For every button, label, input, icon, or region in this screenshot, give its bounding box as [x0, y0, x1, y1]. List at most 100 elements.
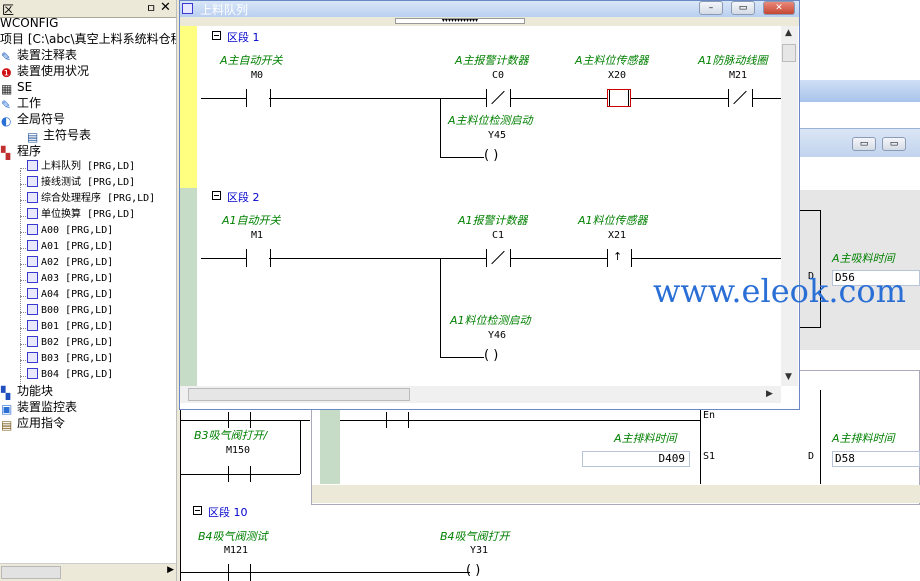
window-vscrollbar[interactable]: ▲ ▼: [781, 26, 798, 386]
ladder-doc-icon: [27, 336, 38, 347]
contact-gap: [247, 90, 269, 106]
pin-icon[interactable]: ㅁ: [146, 0, 156, 16]
contact-device: M0: [251, 70, 264, 81]
tree-item[interactable]: B03 [PRG,LD]: [27, 352, 113, 366]
tree-item-label: 主符号表: [43, 128, 92, 142]
segment1-collapse-toggle[interactable]: [212, 31, 221, 40]
segment1-gutter: [180, 26, 197, 188]
tree-item[interactable]: ▚ 功能块: [1, 384, 53, 399]
tree-item[interactable]: ✎ 装置注释表: [1, 48, 77, 63]
scroll-up-icon[interactable]: ▲: [785, 28, 792, 38]
tree-item[interactable]: 上料队列 [PRG,LD]: [27, 160, 135, 174]
segment2-branch-rung: [440, 357, 486, 358]
contact-bar: [607, 249, 609, 267]
hscroll-thumb[interactable]: [188, 388, 410, 401]
s1-label: S1: [703, 451, 716, 462]
b3-device: M150: [226, 445, 251, 456]
tree-hscroll-thumb[interactable]: [1, 566, 61, 579]
scroll-down-icon[interactable]: ▼: [785, 372, 792, 382]
ladder-window-titlebar[interactable]: 上料队列 – ▭ ✕: [180, 1, 799, 17]
tree-item[interactable]: ✎ 工作: [1, 96, 41, 111]
segment10-collapse-toggle[interactable]: [193, 506, 202, 515]
contact-comment: A1报警计数器: [458, 214, 528, 227]
tree-item-label: 上料队列 [PRG,LD]: [41, 161, 136, 172]
tree-item[interactable]: 接线测试 [PRG,LD]: [27, 176, 135, 190]
contact-comment: A1料位传感器: [578, 214, 648, 227]
coil-comment: A主料位检测启动: [448, 114, 533, 127]
lower-d-label: D: [808, 451, 815, 462]
tree-item[interactable]: B04 [PRG,LD]: [27, 368, 113, 382]
tree-item[interactable]: ▤ 应用指令: [1, 416, 65, 431]
lower-field-left[interactable]: D409: [582, 451, 690, 467]
tree-item[interactable]: A01 [PRG,LD]: [27, 240, 113, 254]
tree-item[interactable]: ▣ 装置监控表: [1, 400, 77, 415]
tree-item: WCONFIG: [0, 16, 58, 30]
b4-contact-left: [228, 564, 230, 581]
tree-item[interactable]: B00 [PRG,LD]: [27, 304, 113, 318]
tree-item-label: B00 [PRG,LD]: [41, 305, 114, 316]
tree-connector: [20, 376, 26, 377]
ladder-doc-icon: [182, 3, 193, 14]
contact-left-bar: [386, 412, 388, 428]
tree-item[interactable]: A03 [PRG,LD]: [27, 272, 113, 286]
tree-item[interactable]: ▤ 主符号表: [27, 128, 91, 143]
lower-field-right[interactable]: D58: [832, 451, 920, 467]
tree-item[interactable]: B02 [PRG,LD]: [27, 336, 113, 350]
contact-bar: [728, 89, 730, 107]
b3-rung: [180, 420, 310, 421]
b3-branch: [300, 420, 302, 474]
tree-item-label: B02 [PRG,LD]: [41, 337, 114, 348]
restore-button[interactable]: ▭: [731, 1, 755, 15]
segment2-collapse-toggle[interactable]: [212, 191, 221, 200]
function-block-icon: ▚: [1, 386, 11, 400]
split-handle[interactable]: ▾▾▾▾▾▾▾▾▾▾▾▾: [395, 18, 525, 24]
tree-item-label: 装置使用状况: [17, 64, 90, 78]
ladder-doc-icon: [27, 208, 38, 219]
vscroll-thumb[interactable]: [782, 44, 796, 62]
scroll-right-icon[interactable]: ▶: [766, 389, 773, 399]
tree-item[interactable]: A02 [PRG,LD]: [27, 256, 113, 270]
contact-device: X21: [608, 230, 627, 241]
background-hscrollbar[interactable]: [312, 485, 920, 503]
tree-item: 项目 [C:\abc\真空上料系统料仓程: [0, 32, 183, 46]
tree-item[interactable]: ◐ 全局符号: [1, 112, 65, 127]
tree-item-label: 装置注释表: [17, 48, 78, 62]
tree-item[interactable]: ❶ 装置使用状况: [1, 64, 89, 79]
close-button[interactable]: ✕: [763, 1, 795, 15]
window-split-bar[interactable]: ▾▾▾▾▾▾▾▾▾▾▾▾: [180, 17, 799, 26]
contact-comment: A主料位传感器: [575, 54, 649, 67]
tree-item[interactable]: A00 [PRG,LD]: [27, 224, 113, 238]
ladder-doc-icon: [27, 192, 38, 203]
contact-bar: [486, 89, 488, 107]
contact-bar: [609, 90, 611, 106]
scroll-right-icon[interactable]: ▶: [167, 565, 174, 575]
tree-item[interactable]: 单位换算 [PRG,LD]: [27, 208, 135, 222]
b3-contact2-left: [228, 466, 230, 482]
contact-device: M21: [729, 70, 748, 81]
b4-coil: ( ): [466, 563, 481, 578]
tree-item[interactable]: 综合处理程序 [PRG,LD]: [27, 192, 155, 206]
background-gutter: [320, 410, 340, 484]
tree-item[interactable]: ▚ 程序: [1, 144, 41, 159]
contact-comment: A1自动开关: [222, 214, 281, 227]
b4-test-comment: B4吸气阀测试: [198, 530, 268, 543]
output-coil: ( ): [484, 148, 499, 163]
segment2-gutter: [180, 188, 197, 386]
tree-connector: [20, 170, 21, 386]
tree-item[interactable]: A04 [PRG,LD]: [27, 288, 113, 302]
ladder-doc-icon: [27, 176, 38, 187]
close-icon[interactable]: ✕: [160, 0, 171, 15]
contact-bar: [631, 249, 633, 267]
output-coil: ( ): [484, 348, 499, 363]
fb-left-edge: [700, 410, 702, 484]
restore-button[interactable]: ▭: [852, 137, 876, 151]
tree-hscrollbar[interactable]: ▶: [0, 563, 176, 581]
restore-button-2[interactable]: ▭: [882, 137, 906, 151]
window-hscrollbar[interactable]: ▶: [180, 386, 781, 403]
contact-gap: [247, 250, 269, 266]
tree-item[interactable]: B01 [PRG,LD]: [27, 320, 113, 334]
tree-item-label: 单位换算 [PRG,LD]: [41, 209, 136, 220]
minimize-button[interactable]: –: [699, 1, 723, 15]
segment2-label: 区段 2: [227, 191, 260, 204]
tree-item[interactable]: ▦ SE: [1, 80, 32, 95]
